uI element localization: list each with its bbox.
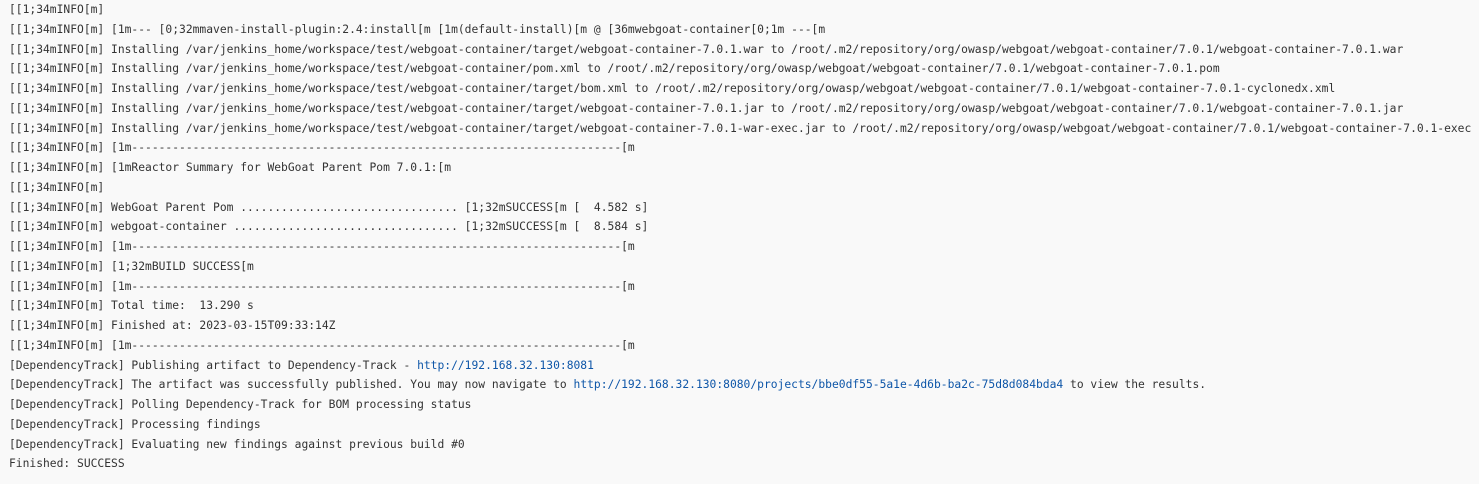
console-line: [[1;34mINFO[m] [1m----------------------… xyxy=(9,138,1479,158)
console-line: [[1;34mINFO[m] Total time: 13.290 s xyxy=(9,296,1479,316)
console-line: [[1;34mINFO[m] Installing /var/jenkins_h… xyxy=(9,40,1479,60)
console-line-text: [[1;34mINFO[m] Installing /var/jenkins_h… xyxy=(9,82,1336,95)
console-line: [[1;34mINFO[m] Installing /var/jenkins_h… xyxy=(9,59,1479,79)
console-line: [DependencyTrack] Evaluating new finding… xyxy=(9,435,1479,455)
console-line: [[1;34mINFO[m] xyxy=(9,0,1479,20)
console-link[interactable]: http://192.168.32.130:8080/projects/bbe0… xyxy=(574,378,1064,391)
console-line-text: [DependencyTrack] Processing findings xyxy=(9,417,261,431)
console-line-text: [[1;34mINFO[m] [1mReactor Summary for We… xyxy=(9,161,452,174)
console-line: [[1;34mINFO[m] [1m----------------------… xyxy=(9,237,1479,257)
console-line-text: [[1;34mINFO[m] Installing /var/jenkins_h… xyxy=(9,42,1404,56)
console-line: [[1;34mINFO[m] WebGoat Parent Pom ......… xyxy=(9,198,1479,218)
console-line: [[1;34mINFO[m] Installing /var/jenkins_h… xyxy=(9,99,1479,119)
console-link[interactable]: http://192.168.32.130:8081 xyxy=(417,359,594,372)
console-line-text: [[1;34mINFO[m] xyxy=(9,180,105,194)
console-line-text: [[1;34mINFO[m] [1m----------------------… xyxy=(9,279,635,293)
console-output: [[1;34mINFO[m] [[1;34mINFO[m] [1m--- [0;3… xyxy=(9,0,1479,474)
console-line-text: [[1;34mINFO[m] WebGoat Parent Pom ......… xyxy=(9,200,649,214)
console-line-text: [[1;34mINFO[m] Total time: 13.290 s xyxy=(9,299,254,313)
console-line-text: Finished: SUCCESS xyxy=(9,457,125,471)
console-line-text: [[1;34mINFO[m] xyxy=(9,3,105,16)
console-line-text: [DependencyTrack] Polling Dependency-Tra… xyxy=(9,398,472,411)
console-line: [[1;34mINFO[m] Finished at: 2023-03-15T0… xyxy=(9,316,1479,336)
console-line: [[1;34mINFO[m] [1;32mBUILD SUCCESS[m xyxy=(9,257,1479,277)
console-line-text: [[1;34mINFO[m] Installing /var/jenkins_h… xyxy=(9,101,1404,115)
console-line-text: [[1;34mINFO[m] [1;32mBUILD SUCCESS[m xyxy=(9,259,254,273)
console-line-text: [DependencyTrack] The artifact was succe… xyxy=(9,378,574,392)
console-line-text-after: to view the results. xyxy=(1063,378,1207,392)
console-line: [[1;34mINFO[m] [1m----------------------… xyxy=(9,336,1479,356)
console-line: [DependencyTrack] Publishing artifact to… xyxy=(9,356,1479,376)
console-line-text: [[1;34mINFO[m] Installing /var/jenkins_h… xyxy=(9,62,1220,76)
console-line-text: [[1;34mINFO[m] [1m----------------------… xyxy=(9,240,635,253)
console-line: [DependencyTrack] Processing findings xyxy=(9,415,1479,435)
console-line-text: [[1;34mINFO[m] Installing /var/jenkins_h… xyxy=(9,121,1472,135)
console-line-text: [[1;34mINFO[m] Finished at: 2023-03-15T0… xyxy=(9,319,336,332)
console-line-text: [[1;34mINFO[m] [1m----------------------… xyxy=(9,141,635,155)
console-line: Finished: SUCCESS xyxy=(9,454,1479,474)
console-line: [[1;34mINFO[m] [1mReactor Summary for We… xyxy=(9,158,1479,178)
console-line-text: [[1;34mINFO[m] [1m----------------------… xyxy=(9,338,635,352)
console-line: [[1;34mINFO[m] Installing /var/jenkins_h… xyxy=(9,119,1479,139)
console-line: [[1;34mINFO[m] Installing /var/jenkins_h… xyxy=(9,79,1479,99)
console-line: [DependencyTrack] Polling Dependency-Tra… xyxy=(9,395,1479,415)
console-line: [[1;34mINFO[m] [1m----------------------… xyxy=(9,277,1479,297)
console-line: [[1;34mINFO[m] [1m--- [0;32mmaven-instal… xyxy=(9,20,1479,40)
console-line-text: [DependencyTrack] Evaluating new finding… xyxy=(9,437,465,451)
console-line: [DependencyTrack] The artifact was succe… xyxy=(9,375,1479,395)
console-line-text: [[1;34mINFO[m] webgoat-container .......… xyxy=(9,220,649,234)
console-line-text: [[1;34mINFO[m] [1m--- [0;32mmaven-instal… xyxy=(9,22,826,36)
console-line: [[1;34mINFO[m] webgoat-container .......… xyxy=(9,217,1479,237)
console-line: [[1;34mINFO[m] xyxy=(9,178,1479,198)
console-line-text: [DependencyTrack] Publishing artifact to… xyxy=(9,358,418,372)
